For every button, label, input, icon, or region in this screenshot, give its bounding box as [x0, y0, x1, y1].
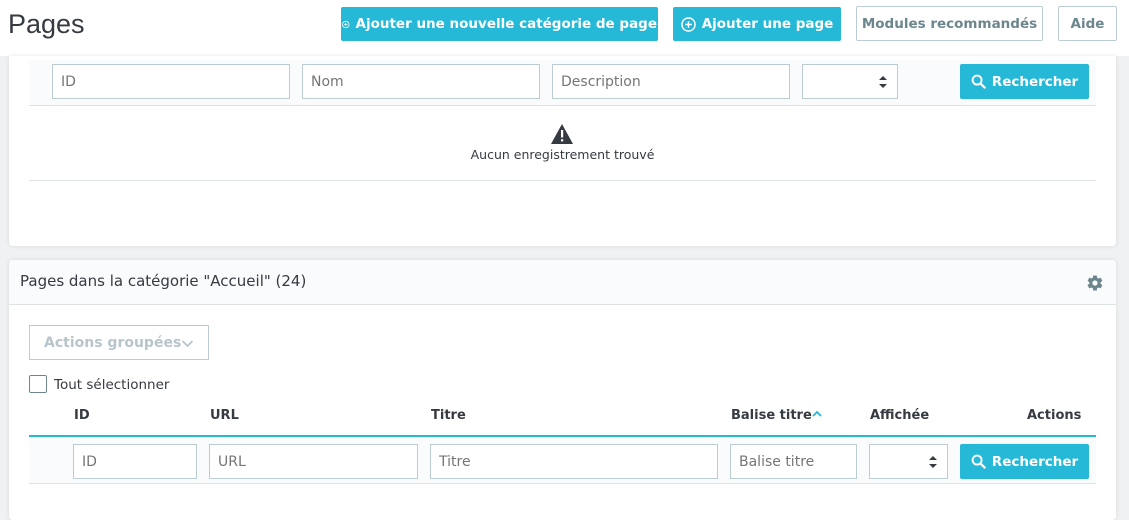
page-meta-title-filter[interactable] [730, 444, 857, 479]
bulk-actions-dropdown[interactable]: Actions groupées [29, 325, 209, 360]
add-page-label: Ajouter une page [701, 16, 834, 32]
column-header-id[interactable]: ID [74, 408, 90, 423]
category-status-select[interactable] [802, 64, 898, 99]
page-title-filter[interactable] [430, 444, 718, 479]
page-id-filter[interactable] [73, 444, 197, 479]
page-url-filter[interactable] [209, 444, 418, 479]
column-header-url[interactable]: URL [210, 408, 239, 423]
categories-search-button[interactable]: Rechercher [960, 64, 1089, 99]
select-all-label: Tout sélectionner [54, 377, 170, 393]
column-header-actions: Actions [1027, 408, 1082, 423]
column-header-displayed[interactable]: Affichée [870, 408, 929, 423]
pages-panel: Pages dans la catégorie "Accueil" (24) A… [9, 260, 1116, 520]
bulk-actions-label: Actions groupées [44, 334, 182, 351]
chevron-down-icon [181, 340, 194, 348]
add-category-label: Ajouter une nouvelle catégorie de page [355, 16, 657, 32]
pages-panel-header: Pages dans la catégorie "Accueil" (24) [9, 260, 1116, 305]
search-label: Rechercher [991, 453, 1079, 470]
plus-circle-icon [342, 20, 350, 28]
page-header: Pages Ajouter une nouvelle catégorie de … [0, 0, 1129, 56]
categories-filter-row: Rechercher [29, 60, 1096, 106]
sort-ascending-icon[interactable] [812, 409, 822, 419]
page-title: Pages [8, 9, 85, 39]
help-button[interactable]: Aide [1058, 6, 1117, 41]
select-all-checkbox[interactable] [29, 375, 47, 393]
pages-search-button[interactable]: Rechercher [960, 444, 1089, 479]
category-name-filter[interactable] [302, 64, 540, 99]
gear-icon[interactable] [1086, 274, 1104, 292]
plus-circle-icon [680, 16, 696, 32]
search-icon [971, 74, 986, 89]
add-page-button[interactable]: Ajouter une page [673, 7, 841, 41]
warning-icon [551, 124, 573, 144]
select-arrows-icon [879, 76, 887, 88]
column-header-meta-title[interactable]: Balise titre [731, 408, 812, 423]
select-arrows-icon [929, 456, 937, 468]
pages-filter-row: Rechercher [29, 437, 1096, 484]
add-category-button[interactable]: Ajouter une nouvelle catégorie de page [341, 7, 658, 41]
pages-panel-title: Pages dans la catégorie "Accueil" (24) [20, 272, 307, 290]
category-id-filter[interactable] [52, 64, 290, 99]
search-label: Rechercher [991, 73, 1079, 90]
search-icon [971, 454, 986, 469]
column-header-title[interactable]: Titre [431, 408, 466, 423]
category-description-filter[interactable] [552, 64, 790, 99]
categories-panel: Rechercher Aucun enregistrement trouvé [9, 56, 1116, 246]
empty-state-message: Aucun enregistrement trouvé [470, 147, 655, 162]
divider [29, 180, 1096, 181]
page-displayed-select[interactable] [869, 444, 948, 479]
recommended-modules-button[interactable]: Modules recommandés [856, 6, 1043, 41]
